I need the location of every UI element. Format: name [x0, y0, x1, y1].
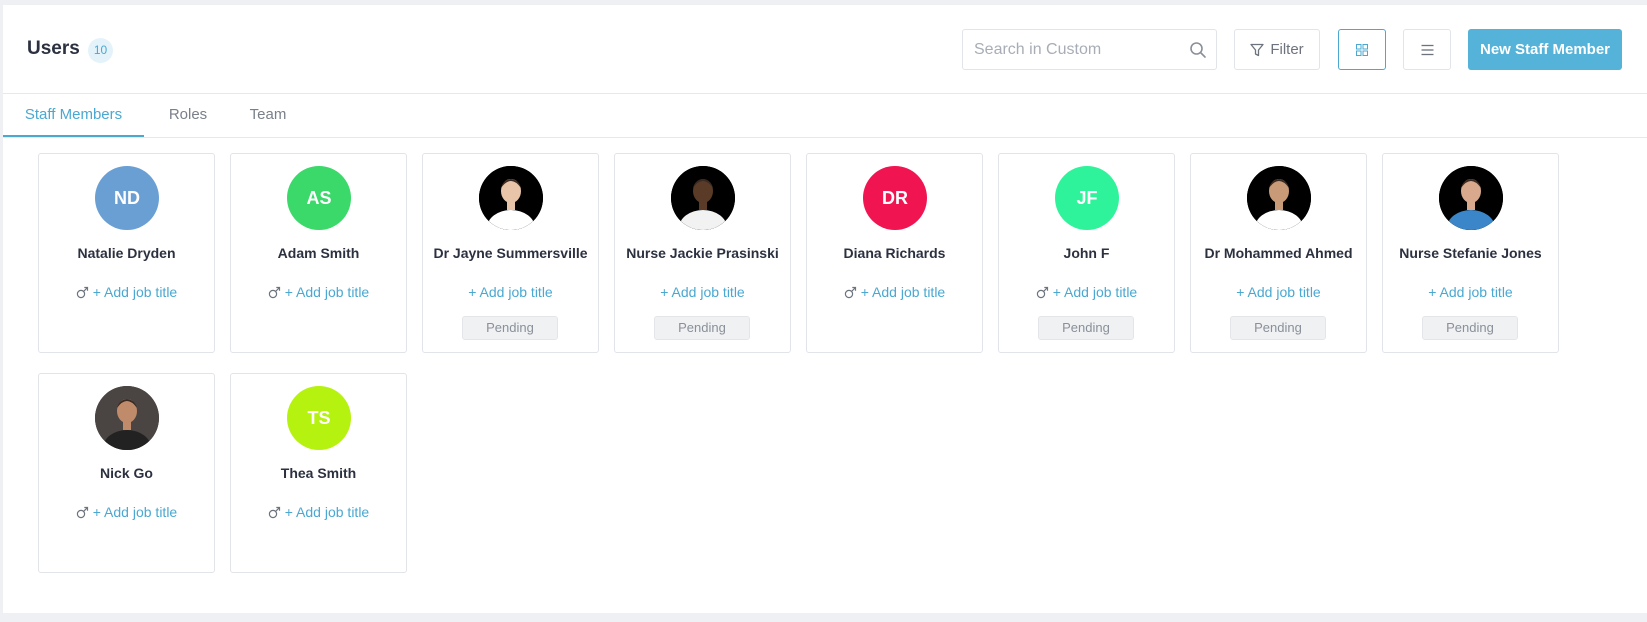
users-panel: Users 10 Filter	[3, 5, 1647, 613]
tab-bar: Staff Members Roles Team	[3, 95, 1647, 138]
staff-name: Natalie Dryden	[77, 245, 176, 261]
avatar[interactable]: AS	[287, 166, 351, 230]
gender-icon	[76, 286, 88, 299]
avatar[interactable]: DR	[863, 166, 927, 230]
avatar[interactable]	[95, 386, 159, 450]
gender-icon	[268, 286, 280, 299]
list-icon	[1421, 44, 1433, 55]
staff-card[interactable]: TS Thea Smith + Add job title	[230, 373, 407, 573]
pending-badge: Pending	[1038, 316, 1134, 340]
avatar[interactable]	[1439, 166, 1503, 230]
avatar-photo	[1247, 166, 1311, 230]
add-job-title-label: + Add job title	[284, 284, 370, 300]
avatar[interactable]: ND	[95, 166, 159, 230]
add-job-title-label: + Add job title	[284, 504, 370, 520]
add-job-title-link[interactable]: + Add job title	[807, 284, 982, 300]
staff-name: John F	[1063, 245, 1110, 261]
filter-label: Filter	[1270, 41, 1304, 58]
staff-name: Diana Richards	[843, 245, 946, 261]
page-title: Users	[27, 38, 80, 59]
search-box[interactable]	[962, 29, 1217, 70]
gender-icon	[844, 286, 856, 299]
avatar-photo	[1439, 166, 1503, 230]
page-header: Users 10 Filter	[3, 5, 1647, 94]
staff-card[interactable]: Nick Go + Add job title	[38, 373, 215, 573]
list-view-button[interactable]	[1403, 29, 1451, 70]
add-job-title-label: + Add job title	[660, 284, 745, 300]
add-job-title-link[interactable]: + Add job title	[39, 504, 214, 520]
pending-badge: Pending	[654, 316, 750, 340]
staff-name: Nurse Stefanie Jones	[1399, 245, 1542, 261]
staff-name: Adam Smith	[277, 245, 360, 261]
avatar[interactable]	[671, 166, 735, 230]
pending-badge: Pending	[1230, 316, 1326, 340]
add-job-title-label: + Add job title	[860, 284, 946, 300]
filter-icon	[1250, 43, 1264, 56]
staff-card[interactable]: Nurse Stefanie Jones + Add job title Pendi…	[1382, 153, 1559, 353]
add-job-title-link[interactable]: + Add job title	[999, 284, 1174, 300]
search-icon[interactable]	[1189, 41, 1207, 59]
staff-card[interactable]: JF John F + Add job title Pending	[998, 153, 1175, 353]
pending-badge: Pending	[1422, 316, 1518, 340]
staff-card[interactable]: Dr Jayne Summersville + Add job title Pend…	[422, 153, 599, 353]
search-input[interactable]	[974, 30, 1179, 69]
grid-icon	[1356, 43, 1368, 56]
pending-badge: Pending	[462, 316, 558, 340]
staff-card[interactable]: DR Diana Richards + Add job title	[806, 153, 983, 353]
avatar[interactable]	[1247, 166, 1311, 230]
grid-view-button[interactable]	[1338, 29, 1386, 70]
avatar-photo	[671, 166, 735, 230]
tab-team[interactable]: Team	[240, 95, 296, 137]
add-job-title-link[interactable]: + Add job title	[615, 284, 790, 300]
staff-card[interactable]: ND Natalie Dryden + Add job title	[38, 153, 215, 353]
add-job-title-label: + Add job title	[1052, 284, 1138, 300]
add-job-title-link[interactable]: + Add job title	[231, 284, 406, 300]
filter-button[interactable]: Filter	[1234, 29, 1320, 70]
add-job-title-link[interactable]: + Add job title	[1383, 284, 1558, 300]
staff-name: Dr Mohammed Ahmed	[1204, 245, 1353, 261]
staff-card[interactable]: AS Adam Smith + Add job title	[230, 153, 407, 353]
staff-card[interactable]: Nurse Jackie Prasinski + Add job title Pen…	[614, 153, 791, 353]
gender-icon	[76, 506, 88, 519]
add-job-title-link[interactable]: + Add job title	[231, 504, 406, 520]
staff-card[interactable]: Dr Mohammed Ahmed + Add job title Pending	[1190, 153, 1367, 353]
tab-staff-members[interactable]: Staff Members	[3, 95, 144, 137]
avatar-photo	[479, 166, 543, 230]
add-job-title-label: + Add job title	[92, 284, 178, 300]
staff-name: Nick Go	[100, 465, 153, 481]
staff-name: Thea Smith	[280, 465, 357, 481]
add-job-title-label: + Add job title	[468, 284, 553, 300]
avatar[interactable]: JF	[1055, 166, 1119, 230]
add-job-title-link[interactable]: + Add job title	[39, 284, 214, 300]
gender-icon	[1036, 286, 1048, 299]
avatar-photo	[95, 386, 159, 450]
add-job-title-link[interactable]: + Add job title	[1191, 284, 1366, 300]
user-count-badge: 10	[88, 38, 113, 63]
staff-name: Dr Jayne Summersville	[433, 245, 588, 261]
add-job-title-link[interactable]: + Add job title	[423, 284, 598, 300]
avatar[interactable]	[479, 166, 543, 230]
new-staff-member-button[interactable]: New Staff Member	[1468, 29, 1622, 70]
avatar[interactable]: TS	[287, 386, 351, 450]
gender-icon	[268, 506, 280, 519]
add-job-title-label: + Add job title	[1236, 284, 1321, 300]
add-job-title-label: + Add job title	[1428, 284, 1513, 300]
add-job-title-label: + Add job title	[92, 504, 178, 520]
staff-name: Nurse Jackie Prasinski	[626, 245, 779, 261]
tab-roles[interactable]: Roles	[158, 95, 218, 137]
